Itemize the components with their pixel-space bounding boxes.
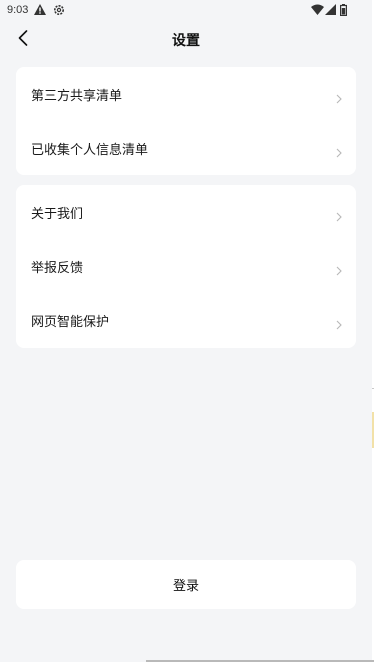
gear-icon <box>53 4 65 19</box>
login-button[interactable]: 登录 <box>16 560 356 609</box>
menu-item-report-feedback[interactable]: 举报反馈 <box>16 239 356 293</box>
nav-bar: 设置 <box>0 22 372 58</box>
settings-screen: 9:03 设置 第三方共享清单 已收集个人信息清单 关于我们 举报反馈 网页智能… <box>0 0 372 662</box>
menu-item-collected-personal-info[interactable]: 已收集个人信息清单 <box>16 121 356 175</box>
menu-item-label: 关于我们 <box>31 206 84 222</box>
settings-card-general: 关于我们 举报反馈 网页智能保护 <box>16 185 356 348</box>
menu-item-label: 网页智能保护 <box>31 314 110 330</box>
signal-icon <box>325 4 336 18</box>
menu-item-label: 举报反馈 <box>31 260 84 276</box>
battery-icon <box>340 4 348 19</box>
status-bar: 9:03 <box>0 0 372 22</box>
status-time: 9:03 <box>7 4 29 16</box>
menu-item-third-party-sharing[interactable]: 第三方共享清单 <box>16 67 356 121</box>
chevron-right-icon <box>336 315 342 330</box>
settings-card-privacy: 第三方共享清单 已收集个人信息清单 <box>16 67 356 175</box>
page-title: 设置 <box>172 33 200 49</box>
menu-item-label: 第三方共享清单 <box>31 88 123 104</box>
chevron-right-icon <box>336 207 342 222</box>
menu-item-label: 已收集个人信息清单 <box>31 142 149 158</box>
chevron-right-icon <box>336 143 342 158</box>
menu-item-about-us[interactable]: 关于我们 <box>16 185 356 239</box>
menu-item-web-smart-protection[interactable]: 网页智能保护 <box>16 293 356 347</box>
chevron-right-icon <box>336 89 342 104</box>
wifi-icon <box>311 4 324 18</box>
warning-icon <box>34 4 46 18</box>
chevron-right-icon <box>336 261 342 276</box>
